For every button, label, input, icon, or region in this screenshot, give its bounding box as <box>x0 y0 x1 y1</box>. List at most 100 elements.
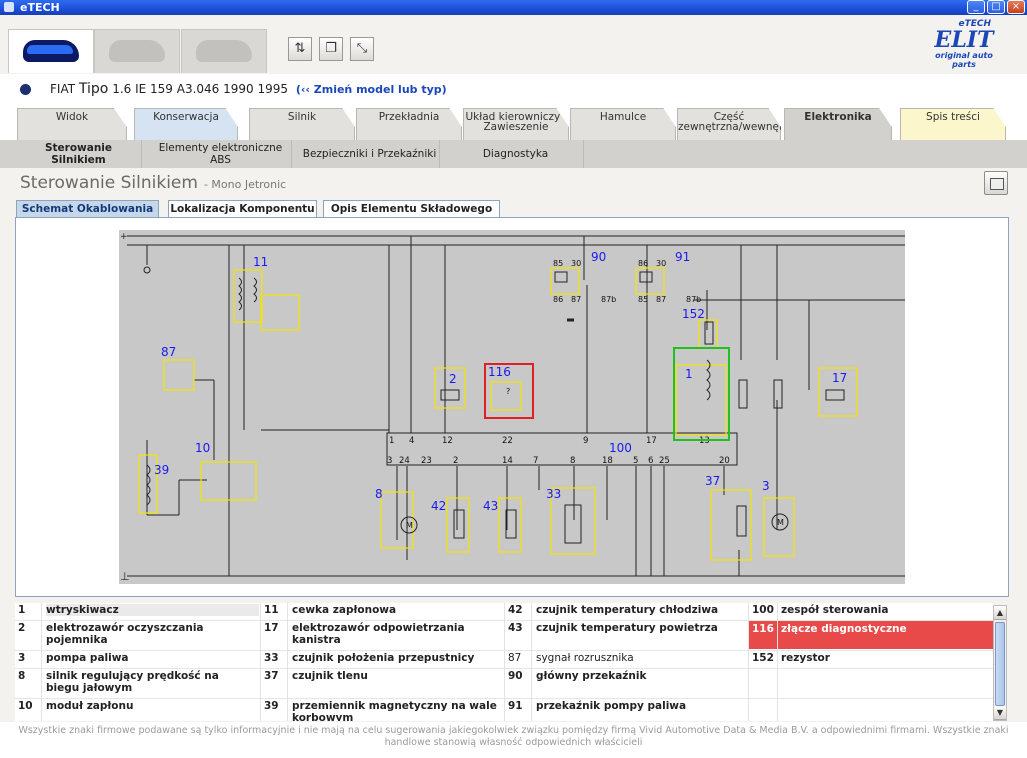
top-toolbar: ⇅ ❐ ⤡ eTECH ELIT original auto parts <box>0 15 1027 73</box>
svg-text:3: 3 <box>387 456 392 466</box>
legend-item[interactable]: moduł zapłonu <box>46 700 133 712</box>
subnav-bezpieczniki[interactable]: Bezpieczniki i Przekaźniki <box>300 140 440 168</box>
fiat-logo-icon <box>20 84 31 95</box>
wiring-diagram-svg: + ⊥ 1 4 12 22 9 17 13 3 24 23 2 14 7 8 1… <box>120 232 979 583</box>
tab-opis-elementu[interactable]: Opis Elementu Składowego <box>323 200 500 218</box>
legend-item[interactable]: silnik regulujący prędkość na biegu jało… <box>46 670 251 694</box>
label-37: 37 <box>705 474 720 488</box>
app-icon <box>4 2 14 12</box>
oxygen-sensor[interactable] <box>710 489 752 561</box>
elit-logo: eTECH ELIT original auto parts <box>934 19 994 69</box>
coolant-temp-sensor[interactable] <box>446 497 470 553</box>
legend-item[interactable]: złącze diagnostyczne <box>781 623 907 635</box>
svg-text:+: + <box>120 232 128 242</box>
svg-text:87b: 87b <box>686 295 701 304</box>
main-tabs: Widok Konserwacja Silnik Przekładnia Ukł… <box>0 102 1027 140</box>
svg-text:87: 87 <box>656 295 666 304</box>
legend-item[interactable]: elektrozawór odpowietrzania kanistra <box>292 622 492 646</box>
legend-scrollbar[interactable]: ▲ ▼ <box>993 605 1007 721</box>
page-title: Sterowanie Silnikiem - Mono Jetronic <box>20 173 287 193</box>
svg-text:18: 18 <box>602 456 613 466</box>
tab-przekladnia[interactable]: Przekładnia <box>356 108 462 140</box>
legend-item[interactable]: główny przekaźnik <box>536 670 646 682</box>
model-title: FIAT Tipo 1.6 IE 159 A3.046 1990 1995 (‹… <box>50 81 447 97</box>
svg-text:25: 25 <box>659 456 670 466</box>
legend-item[interactable]: przekaźnik pompy paliwa <box>536 700 686 712</box>
tab-lokalizacja-komponentu[interactable]: Lokalizacja Komponentu <box>168 200 317 218</box>
legend-item[interactable]: zespół sterowania <box>781 604 889 616</box>
legend-item[interactable]: cewka zapłonowa <box>292 604 396 616</box>
legend-item[interactable]: czujnik temperatury powietrza <box>536 622 718 634</box>
component-outlines <box>138 267 858 561</box>
tab-czesc-zewnetrzna[interactable]: Część zewnętrzna/wewnętrzna <box>677 108 781 140</box>
svg-text:24: 24 <box>399 456 410 466</box>
fuel-pump[interactable] <box>763 497 795 557</box>
close-button[interactable]: × <box>1007 0 1025 14</box>
legend-item[interactable]: przemiennik magnetyczny na wale korbowym <box>292 700 497 721</box>
tool-resize-icon[interactable]: ⤡ <box>350 37 374 61</box>
label-33: 33 <box>546 487 561 501</box>
svg-text:5: 5 <box>633 456 638 466</box>
starter-signal[interactable] <box>163 359 195 391</box>
maximize-button[interactable]: □ <box>987 0 1005 14</box>
tab-hamulce[interactable]: Hamulce <box>570 108 676 140</box>
model-name: Tipo <box>78 81 109 97</box>
legend-item[interactable]: czujnik temperatury chłodziwa <box>536 604 718 616</box>
legend-item[interactable]: sygnał rozrusznika <box>536 652 634 664</box>
tool-copy-icon[interactable]: ❐ <box>319 37 343 61</box>
label-100: 100 <box>609 441 632 455</box>
subnav-sterowanie-silnikiem[interactable]: Sterowanie Silnikiem <box>16 140 142 168</box>
window-title: eTECH <box>20 1 60 14</box>
legend-item[interactable]: wtryskiwacz <box>46 604 259 616</box>
svg-text:7: 7 <box>533 456 538 466</box>
label-42: 42 <box>431 499 446 513</box>
svg-text:14: 14 <box>502 456 513 466</box>
legend-item[interactable]: pompa paliwa <box>46 652 129 664</box>
scroll-down-icon[interactable]: ▼ <box>994 706 1006 720</box>
label-10: 10 <box>195 441 210 455</box>
car-selector-tab[interactable] <box>8 29 94 73</box>
svg-text:17: 17 <box>646 436 657 446</box>
injector[interactable] <box>673 347 730 441</box>
scroll-up-icon[interactable]: ▲ <box>994 606 1006 620</box>
legend-item[interactable]: czujnik tlenu <box>292 670 368 682</box>
engine-selector-tab[interactable] <box>181 29 267 73</box>
tab-elektronika[interactable]: Elektronika <box>784 108 892 140</box>
svg-text:M: M <box>406 521 413 530</box>
svg-text:1: 1 <box>389 436 394 446</box>
tab-konserwacja[interactable]: Konserwacja <box>134 108 238 140</box>
tab-schemat-okablowania[interactable]: Schemat Okablowania <box>16 200 159 218</box>
legend-highlight-row[interactable]: 116 złącze diagnostyczne <box>748 621 994 649</box>
truck-selector-tab[interactable] <box>94 29 180 73</box>
svg-text:12: 12 <box>442 436 453 446</box>
label-11: 11 <box>253 255 268 269</box>
label-17: 17 <box>832 371 847 385</box>
tab-silnik[interactable]: Silnik <box>249 108 355 140</box>
page-subtitle: - Mono Jetronic <box>203 178 287 191</box>
label-39: 39 <box>154 463 169 477</box>
car-icon <box>23 40 79 62</box>
subnav-abs[interactable]: Elementy elektroniczne ABS <box>150 140 292 168</box>
minimize-button[interactable]: _ <box>967 0 985 14</box>
svg-text:30: 30 <box>656 259 666 268</box>
svg-text:M: M <box>777 518 784 527</box>
tab-spis-tresci[interactable]: Spis treści <box>900 108 1006 140</box>
legend-item[interactable]: elektrozawór oczyszczania pojemnika <box>46 622 251 646</box>
label-152: 152 <box>682 307 705 321</box>
legend-item[interactable]: rezystor <box>781 652 830 664</box>
air-temp-sensor[interactable] <box>498 497 522 553</box>
svg-text:20: 20 <box>719 456 730 466</box>
subnav-diagnostyka[interactable]: Diagnostyka <box>448 140 584 168</box>
tab-widok[interactable]: Widok <box>17 108 127 140</box>
change-model-link[interactable]: (‹‹ Zmień model lub typ) <box>296 83 447 96</box>
label-1: 1 <box>685 367 693 381</box>
legend-item[interactable]: czujnik położenia przepustnicy <box>292 652 474 664</box>
wiring-diagram[interactable]: + ⊥ 1 4 12 22 9 17 13 3 24 23 2 14 7 8 1… <box>119 230 979 584</box>
ignition-coil[interactable] <box>233 269 263 323</box>
print-button[interactable] <box>984 171 1008 195</box>
svg-text:4: 4 <box>409 436 414 446</box>
tab-uklad-kierowniczy[interactable]: Układ kierowniczy i Zawieszenie <box>463 108 569 140</box>
scroll-thumb[interactable] <box>995 622 1005 706</box>
tool-compare-icon[interactable]: ⇅ <box>288 37 312 61</box>
svg-text:8: 8 <box>570 456 575 466</box>
